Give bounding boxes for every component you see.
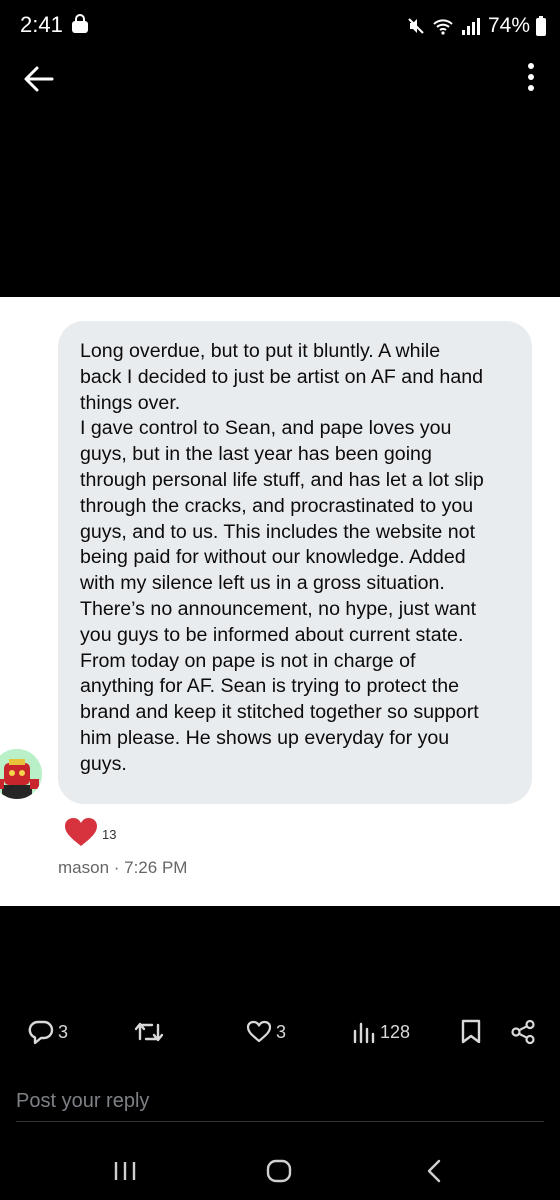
view-count: 128	[380, 1021, 411, 1042]
like-count: 3	[276, 1021, 287, 1042]
repost-button[interactable]	[134, 1012, 164, 1052]
avatar	[0, 749, 42, 799]
action-bar: 3 3 128	[0, 1012, 560, 1052]
mute-icon	[408, 18, 424, 34]
status-bar: 2:41 74%	[0, 0, 560, 52]
views-button[interactable]: 128	[352, 1012, 410, 1052]
status-time: 2:41	[20, 12, 63, 37]
nav-back-icon[interactable]	[418, 1154, 452, 1188]
reply-input[interactable]	[16, 1082, 544, 1122]
reply-count: 3	[58, 1021, 69, 1042]
more-options-icon[interactable]	[526, 62, 536, 92]
reply-button[interactable]: 3	[28, 1012, 68, 1052]
bookmark-button[interactable]	[460, 1012, 482, 1052]
repost-icon	[134, 1022, 164, 1042]
message-text: Long overdue, but to put it bluntly. A w…	[80, 340, 484, 775]
recent-apps-icon[interactable]	[108, 1154, 142, 1188]
views-chart-icon	[353, 1022, 375, 1044]
signal-icon	[461, 18, 480, 35]
message-meta: mason · 7:26 PM	[58, 858, 188, 877]
reply-icon	[28, 1020, 54, 1045]
bookmark-icon	[461, 1019, 481, 1044]
like-button[interactable]: 3	[246, 1012, 286, 1052]
status-indicators: 74%	[406, 12, 546, 40]
system-nav-bar	[0, 1140, 560, 1200]
battery-percent: 74%	[487, 14, 530, 37]
battery-icon	[536, 16, 546, 36]
app-header	[0, 52, 560, 297]
reaction-count: 13	[102, 826, 117, 842]
back-arrow-icon[interactable]	[22, 62, 56, 96]
like-heart-icon	[246, 1020, 272, 1043]
wifi-icon	[433, 19, 453, 35]
share-button[interactable]	[510, 1012, 536, 1052]
attached-image[interactable]: Long overdue, but to put it bluntly. A w…	[0, 297, 560, 906]
heart-reaction-icon	[65, 818, 97, 846]
avatar-robot-icon	[0, 749, 42, 799]
message-bubble: Long overdue, but to put it bluntly. A w…	[58, 321, 532, 804]
home-icon[interactable]	[262, 1154, 296, 1188]
shopping-bag-icon	[72, 14, 88, 33]
share-icon	[511, 1019, 535, 1045]
reaction[interactable]: 13	[64, 817, 116, 847]
